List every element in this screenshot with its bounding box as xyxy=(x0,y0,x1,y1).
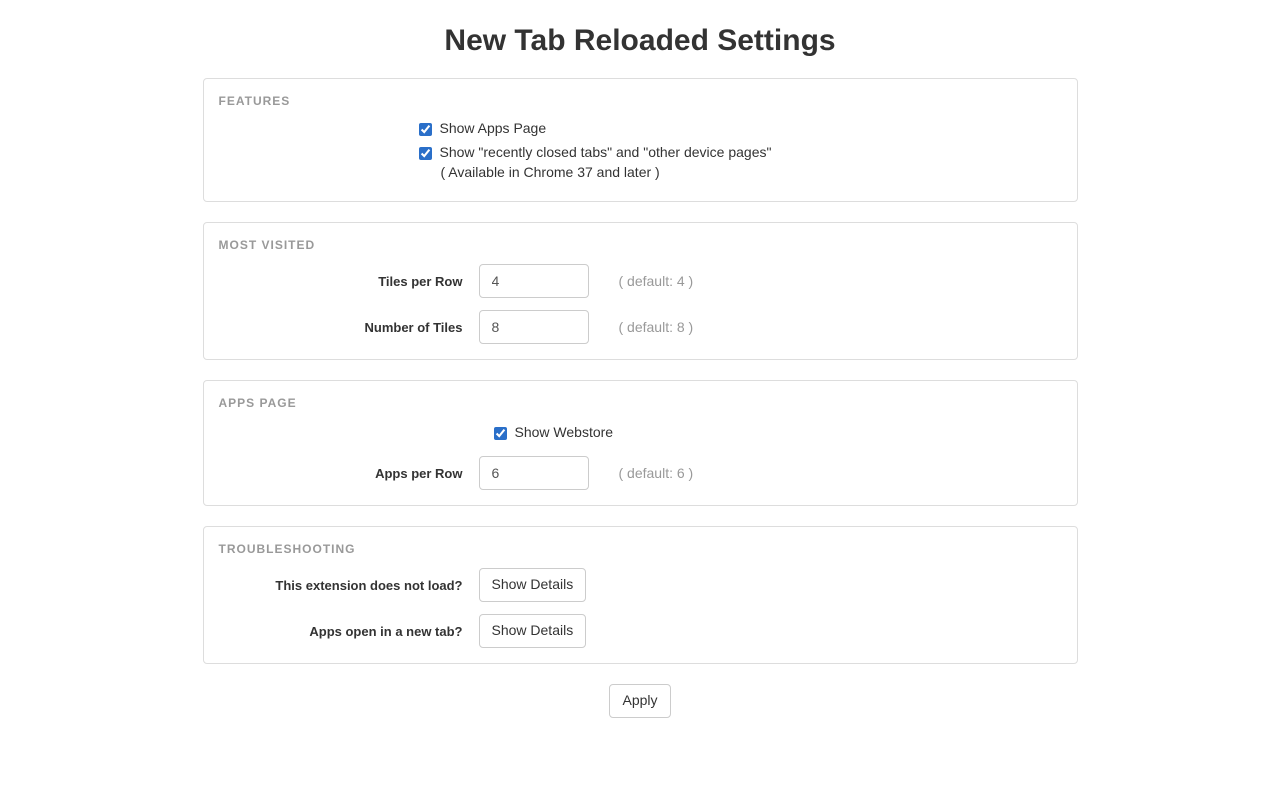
hint-apps-per-row: ( default: 6 ) xyxy=(619,465,694,481)
checkbox-show-apps-page[interactable] xyxy=(419,123,432,136)
button-not-load-details[interactable]: Show Details xyxy=(479,568,587,602)
checkbox-show-recent[interactable] xyxy=(419,147,432,160)
most-visited-heading: MOST VISITED xyxy=(219,238,1062,252)
panel-apps-page: APPS PAGE Show Webstore Apps per Row ( d… xyxy=(203,380,1078,506)
settings-container: New Tab Reloaded Settings FEATURES Show … xyxy=(203,0,1078,718)
hint-tiles-per-row: ( default: 4 ) xyxy=(619,273,694,289)
label-show-recent: Show "recently closed tabs" and "other d… xyxy=(440,144,772,160)
apply-button[interactable]: Apply xyxy=(609,684,670,718)
label-num-tiles: Number of Tiles xyxy=(219,320,479,335)
label-apps-per-row: Apps per Row xyxy=(219,466,479,481)
label-show-webstore: Show Webstore xyxy=(515,424,614,440)
hint-num-tiles: ( default: 8 ) xyxy=(619,319,694,335)
checkbox-show-webstore[interactable] xyxy=(494,427,507,440)
panel-features: FEATURES Show Apps Page Show "recently c… xyxy=(203,78,1078,202)
sublabel-show-recent: ( Available in Chrome 37 and later ) xyxy=(441,164,1062,180)
features-heading: FEATURES xyxy=(219,94,1062,108)
panel-most-visited: MOST VISITED Tiles per Row ( default: 4 … xyxy=(203,222,1078,360)
input-apps-per-row[interactable] xyxy=(479,456,589,490)
troubleshooting-heading: TROUBLESHOOTING xyxy=(219,542,1062,556)
label-not-load: This extension does not load? xyxy=(219,578,479,593)
button-new-tab-details[interactable]: Show Details xyxy=(479,614,587,648)
label-new-tab: Apps open in a new tab? xyxy=(219,624,479,639)
label-show-apps-page: Show Apps Page xyxy=(440,120,547,136)
panel-troubleshooting: TROUBLESHOOTING This extension does not … xyxy=(203,526,1078,664)
apps-page-heading: APPS PAGE xyxy=(219,396,1062,410)
label-tiles-per-row: Tiles per Row xyxy=(219,274,479,289)
input-num-tiles[interactable] xyxy=(479,310,589,344)
input-tiles-per-row[interactable] xyxy=(479,264,589,298)
page-title: New Tab Reloaded Settings xyxy=(203,24,1078,58)
